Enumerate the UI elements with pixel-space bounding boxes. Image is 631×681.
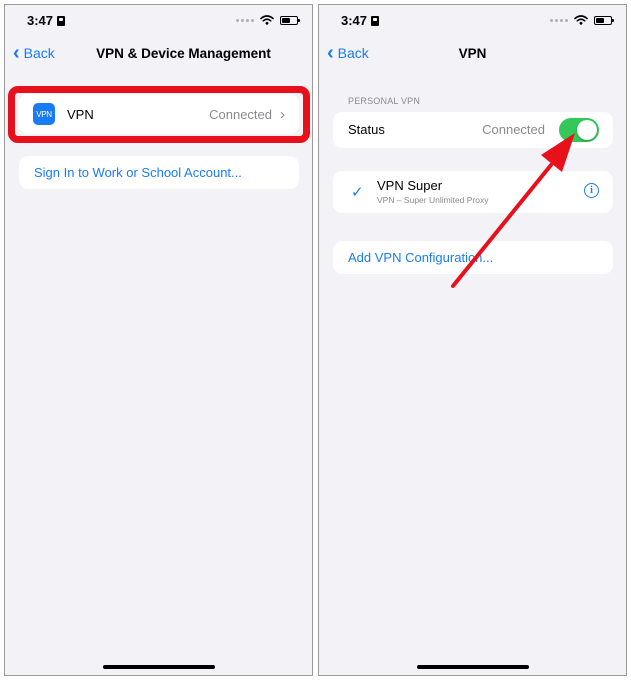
battery-icon bbox=[280, 15, 300, 25]
arrow-head bbox=[541, 133, 575, 172]
sign-in-row[interactable]: Sign In to Work or School Account... bbox=[19, 156, 299, 189]
chevron-left-icon: ‹ bbox=[13, 42, 20, 64]
vpn-device-management-screen: 3:47 ‹ Back VPN & Device Management VPN … bbox=[4, 4, 313, 676]
back-label: Back bbox=[23, 45, 55, 61]
signal-dots-icon bbox=[236, 18, 254, 22]
status-bar-time: 3:47 bbox=[27, 13, 66, 28]
navigation-bar: ‹ Back VPN & Device Management bbox=[5, 43, 312, 67]
arrow-annotation bbox=[451, 133, 575, 288]
vpn-screen: 3:47 ‹ Back VPN PERSONAL VPN Status Conn… bbox=[318, 4, 627, 676]
home-indicator bbox=[102, 665, 215, 669]
back-button[interactable]: ‹ Back bbox=[13, 42, 55, 64]
page-title: VPN & Device Management bbox=[96, 46, 271, 61]
home-indicator bbox=[416, 665, 529, 669]
sim-card-icon bbox=[57, 16, 66, 26]
sign-in-link[interactable]: Sign In to Work or School Account... bbox=[34, 165, 242, 180]
status-bar-indicators bbox=[236, 15, 300, 25]
wifi-icon bbox=[260, 15, 274, 25]
highlight-box bbox=[8, 86, 310, 143]
arrow-shaft bbox=[451, 163, 553, 288]
